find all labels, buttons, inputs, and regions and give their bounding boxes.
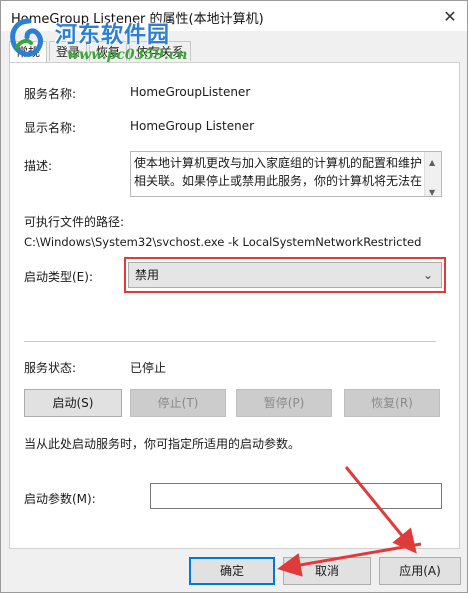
scroll-down-icon[interactable]: ▼ [429,184,435,196]
tab-strip: 常规 登录 恢复 依存关系 [9,41,193,63]
startup-type-label: 启动类型(E): [24,270,93,284]
display-name-value: HomeGroup Listener [130,119,255,133]
description-text: 使本地计算机更改与加入家庭组的计算机的配置和维护相关联。如果停止或禁用此服务，你… [134,156,423,188]
service-properties-dialog: HomeGroup Listener 的属性(本地计算机) ✕ 常规 登录 恢复… [0,0,468,593]
stop-button[interactable]: 停止(T) [130,389,226,417]
scroll-up-icon[interactable]: ▲ [429,154,435,172]
general-tab-panel: 服务名称: HomeGroupListener 显示名称: HomeGroup … [9,62,460,549]
description-scrollbar[interactable]: ▲ ▼ [424,152,441,196]
window-title: HomeGroup Listener 的属性(本地计算机) [11,12,264,27]
section-divider [24,341,436,342]
tab-logon[interactable]: 登录 [49,41,88,61]
exe-path-label: 可执行文件的路径: [24,215,125,229]
apply-button[interactable]: 应用(A) [379,557,461,585]
service-name-value: HomeGroupListener [130,85,251,99]
chevron-down-icon: ⌄ [422,268,433,282]
start-params-hint: 当从此处启动服务时，你可指定所适用的启动参数。 [24,437,301,451]
cancel-button[interactable]: 取消 [283,557,371,585]
description-textbox[interactable]: 使本地计算机更改与加入家庭组的计算机的配置和维护相关联。如果停止或禁用此服务，你… [130,151,442,197]
description-label: 描述: [24,159,53,173]
tab-recovery[interactable]: 恢复 [89,41,128,61]
title-bar[interactable]: HomeGroup Listener 的属性(本地计算机) ✕ [1,1,467,31]
start-params-input[interactable] [150,483,442,509]
service-status-value: 已停止 [130,361,167,375]
service-status-label: 服务状态: [24,361,77,375]
pause-button[interactable]: 暂停(P) [236,389,332,417]
exe-path-value: C:\Windows\System32\svchost.exe -k Local… [24,235,422,249]
resume-button[interactable]: 恢复(R) [344,389,440,417]
start-params-label: 启动参数(M): [24,492,96,506]
ok-button[interactable]: 确定 [189,557,275,585]
start-button[interactable]: 启动(S) [24,389,122,417]
close-icon[interactable]: ✕ [433,1,467,31]
display-name-label: 显示名称: [24,121,77,135]
startup-type-value: 禁用 [135,268,160,282]
service-name-label: 服务名称: [24,87,77,101]
tab-dependencies[interactable]: 依存关系 [129,41,192,61]
tab-general[interactable]: 常规 [9,41,48,63]
startup-type-select[interactable]: 禁用 ⌄ [128,262,442,288]
